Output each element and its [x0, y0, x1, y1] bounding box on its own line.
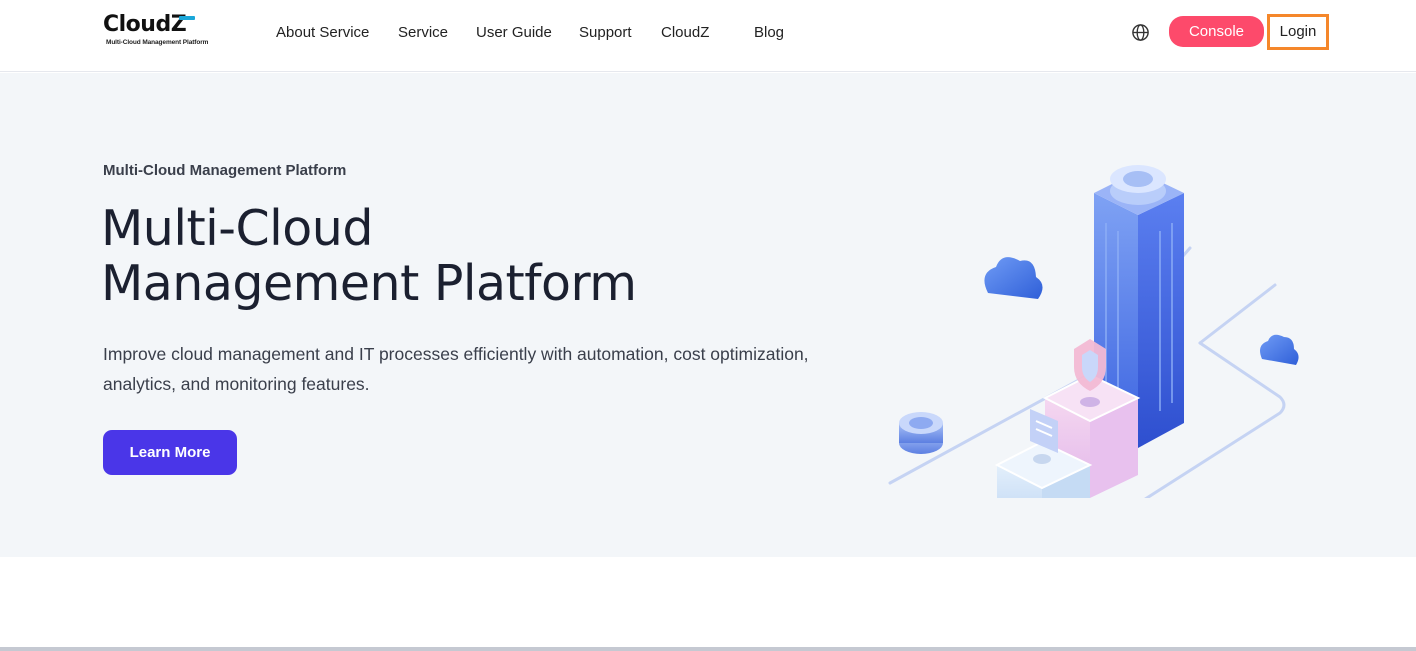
cloud-icon-right	[1260, 334, 1299, 365]
logo-accent-bar	[179, 16, 195, 20]
hero-description: Improve cloud management and IT processe…	[103, 344, 809, 394]
hero-title-line-2: Management Platform	[101, 255, 637, 312]
logo-tagline: Multi-Cloud Management Platform	[106, 39, 209, 46]
logo-wordmark: CloudZ	[103, 12, 187, 37]
hero-eyebrow: Multi-Cloud Management Platform	[103, 162, 347, 179]
cloud-platform-illustration	[888, 165, 1299, 498]
site-header: CloudZ Multi-Cloud Management Platform A…	[0, 0, 1416, 72]
learn-more-button[interactable]: Learn More	[103, 430, 237, 475]
hero-title: Multi-Cloud Management Platform	[101, 201, 801, 311]
nav-blog[interactable]: Blog	[754, 22, 784, 44]
storage-disk-left	[899, 412, 943, 454]
nav-cloudz[interactable]: CloudZ	[661, 22, 709, 44]
hero-section: Multi-Cloud Management Platform Multi-Cl…	[0, 73, 1416, 557]
nav-user-guide[interactable]: User Guide	[476, 22, 552, 44]
nav-support[interactable]: Support	[579, 22, 632, 44]
cloudz-logo[interactable]: CloudZ Multi-Cloud Management Platform	[103, 12, 229, 52]
console-button[interactable]: Console	[1169, 16, 1264, 47]
login-button[interactable]: Login	[1267, 14, 1329, 50]
hero-title-line-1: Multi-Cloud	[101, 200, 373, 257]
cloud-icon-left	[984, 257, 1043, 299]
nav-service[interactable]: Service	[398, 22, 448, 44]
nav-about-service[interactable]: About Service	[276, 22, 369, 44]
page-divider	[0, 647, 1416, 651]
globe-icon[interactable]	[1131, 23, 1150, 42]
